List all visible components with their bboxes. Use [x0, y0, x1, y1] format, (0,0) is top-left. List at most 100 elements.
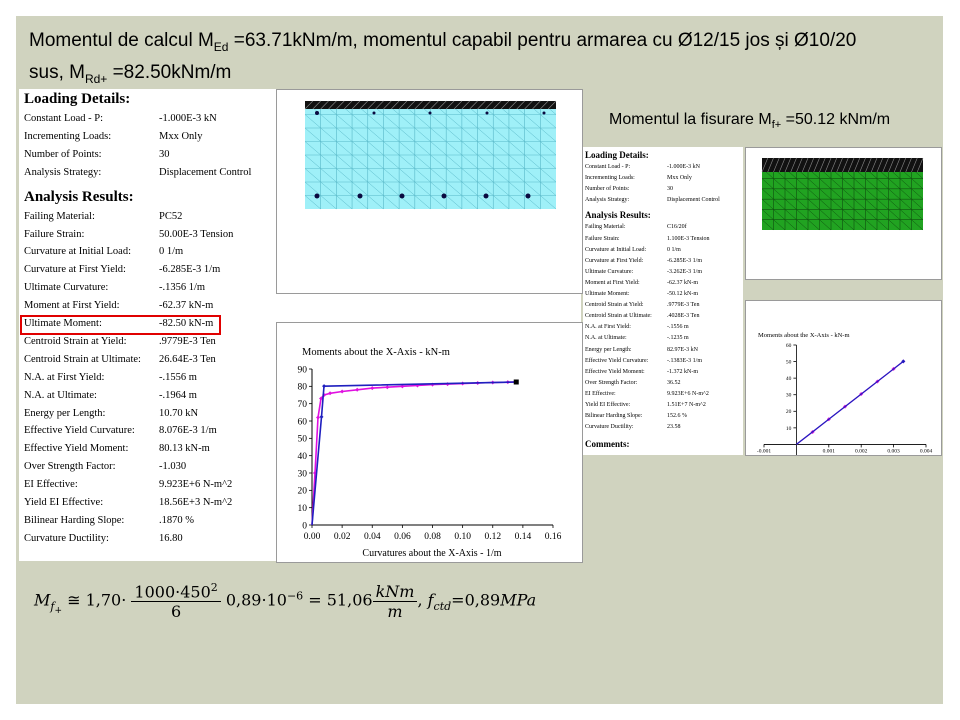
row-key: Curvature Ductility:	[24, 532, 109, 544]
row-value: 26.64E-3 Ten	[159, 353, 216, 365]
row-key: Over Strength Factor:	[585, 379, 638, 386]
title-text: =63.71kNm/m, momentul capabil pentru arm…	[228, 30, 857, 51]
row-value: -6.285E-3 1/m	[667, 257, 702, 264]
y-tick-label: 80	[298, 383, 308, 393]
formula-symbol: M	[34, 590, 51, 610]
row-key: Curvature at Initial Load:	[585, 246, 647, 253]
y-tick-label: 20	[298, 487, 308, 497]
row-value: .9779E-3 Ten	[159, 335, 216, 347]
title-text: =82.50kNm/m	[107, 61, 232, 83]
row-key: Effective Yield Moment:	[585, 368, 645, 375]
row-value: 16.80	[159, 532, 183, 544]
row-key: Ultimate Curvature:	[24, 282, 109, 294]
right-section-frame	[745, 147, 942, 280]
row-key: N.A. at Ultimate:	[24, 389, 97, 401]
rebar	[372, 111, 376, 115]
x-tick-label: 0.08	[424, 532, 441, 542]
title-line-1: Momentul de calcul MEd =63.71kNm/m, mome…	[29, 28, 929, 60]
y-tick-label: 50	[298, 435, 308, 445]
loading-heading: Loading Details:	[24, 91, 131, 107]
row-value: -62.37 kN-m	[159, 300, 214, 312]
loading-heading: Loading Details:	[585, 150, 649, 160]
row-key: Failure Strain:	[585, 235, 620, 242]
row-key: Yield EI Effective:	[585, 402, 631, 408]
row-key: Analysis Strategy:	[585, 197, 630, 204]
row-key: Failing Material:	[24, 210, 95, 222]
fraction-numerator: 1000·450	[134, 582, 211, 602]
row-key: Bilinear Harding Slope:	[24, 514, 125, 526]
row-value: 9.923E+6 N-m^2	[667, 390, 709, 397]
y-tick-label: 10	[786, 426, 792, 432]
row-value: -62.37 kN-m	[667, 279, 698, 286]
y-tick-label: 20	[786, 409, 792, 415]
cracking-moment-caption: Momentul la fisurare Mf+ =50.12 kNm/m	[609, 111, 890, 131]
row-value: -1.000E-3 kN	[159, 113, 217, 124]
row-key: Centroid Strain at Ultimate:	[585, 313, 652, 320]
row-value: 23.58	[667, 424, 681, 431]
row-value: 9.923E+6 N-m^2	[159, 479, 233, 491]
left-chart-frame: Moments about the X-Axis - kN-m 0.00 0.02 0…	[276, 322, 583, 563]
caption-text: =50.12 kNm/m	[781, 111, 891, 128]
rebar	[315, 111, 319, 115]
rebar	[314, 193, 320, 199]
title-subscript: Rd+	[84, 71, 108, 86]
rebar	[441, 193, 447, 199]
unit-denominator: m	[387, 601, 403, 621]
y-tick-label: 10	[298, 504, 308, 514]
x-tick-label: 0.12	[484, 532, 501, 542]
x-axis-label: Curvatures about the X-Axis - 1/m	[362, 548, 501, 559]
y-tick-label: 30	[298, 469, 308, 479]
row-value: -.1964 m	[159, 389, 197, 401]
y-tick-label: 60	[298, 417, 308, 427]
formula-fraction: 1000·4502 6	[131, 581, 221, 621]
row-value: -.1235 m	[667, 335, 689, 342]
x-tick-label: 0.001	[823, 448, 836, 454]
series-line	[311, 381, 517, 526]
row-key: Centroid Strain at Yield:	[585, 302, 644, 309]
row-key: Number of Points:	[24, 148, 102, 160]
right-cross-section	[761, 157, 924, 231]
x-tick-label: 0.06	[394, 532, 411, 542]
data-point	[340, 389, 345, 394]
row-value: 30	[159, 148, 170, 160]
rebar	[399, 193, 405, 199]
row-value: -.1383E-3 1/m	[667, 357, 702, 364]
row-value: -1.000E-3 kN	[667, 164, 700, 170]
formula-result: 51,06	[326, 590, 373, 610]
row-key: Constant Load - P:	[24, 113, 104, 124]
ultimate-moment-highlight	[20, 315, 221, 335]
row-value: -1.372 kN-m	[667, 368, 698, 375]
x-tick-label: 0.16	[545, 532, 562, 542]
row-value: 50.00E-3 Tension	[159, 228, 234, 240]
row-key: Incrementing Loads:	[585, 175, 635, 182]
series-line	[311, 381, 517, 526]
row-key: Curvature at Initial Load:	[24, 246, 132, 258]
x-tick-label: 0.10	[454, 532, 471, 542]
formula-term: 0,89·10	[225, 590, 287, 610]
row-value: C16/20f	[667, 224, 687, 231]
cracking-moment-formula: Mf+ ≅ 1,70· 1000·4502 6 0,89·10−6 = 51,0…	[34, 581, 536, 621]
fraction-exponent: 2	[210, 581, 218, 594]
formula-operator: ≅	[67, 590, 81, 610]
caption-text: Momentul la fisurare M	[609, 111, 772, 128]
row-key: Effective Yield Curvature:	[585, 357, 649, 364]
formula-unit: MPa	[500, 590, 537, 610]
row-value: 0 1/m	[159, 246, 184, 258]
rebar	[525, 193, 531, 199]
rebar	[483, 193, 489, 199]
row-value: Mxx Only	[159, 130, 203, 142]
series-line	[796, 360, 904, 445]
formula-separator: ,	[417, 590, 423, 610]
row-key: Constant Load - P:	[585, 164, 631, 170]
row-value: 1.51E+7 N-m^2	[667, 402, 706, 408]
x-tick-label: 0.003	[887, 448, 900, 454]
row-key: Energy per Length:	[585, 346, 632, 353]
ultimate-point-marker	[513, 379, 519, 385]
slide-title: Momentul de calcul MEd =63.71kNm/m, mome…	[29, 28, 929, 92]
chart-title: Moments about the X-Axis - kN-m	[302, 347, 450, 358]
chart-title: Moments about the X-Axis - kN-m	[758, 332, 850, 339]
row-value: -.1556 m	[667, 324, 689, 331]
left-moment-curvature-chart: Moments about the X-Axis - kN-m 0.00 0.02 0…	[298, 347, 562, 559]
row-value: 82.97E-3 kN	[667, 346, 698, 353]
row-key: Number of Points:	[585, 186, 630, 193]
